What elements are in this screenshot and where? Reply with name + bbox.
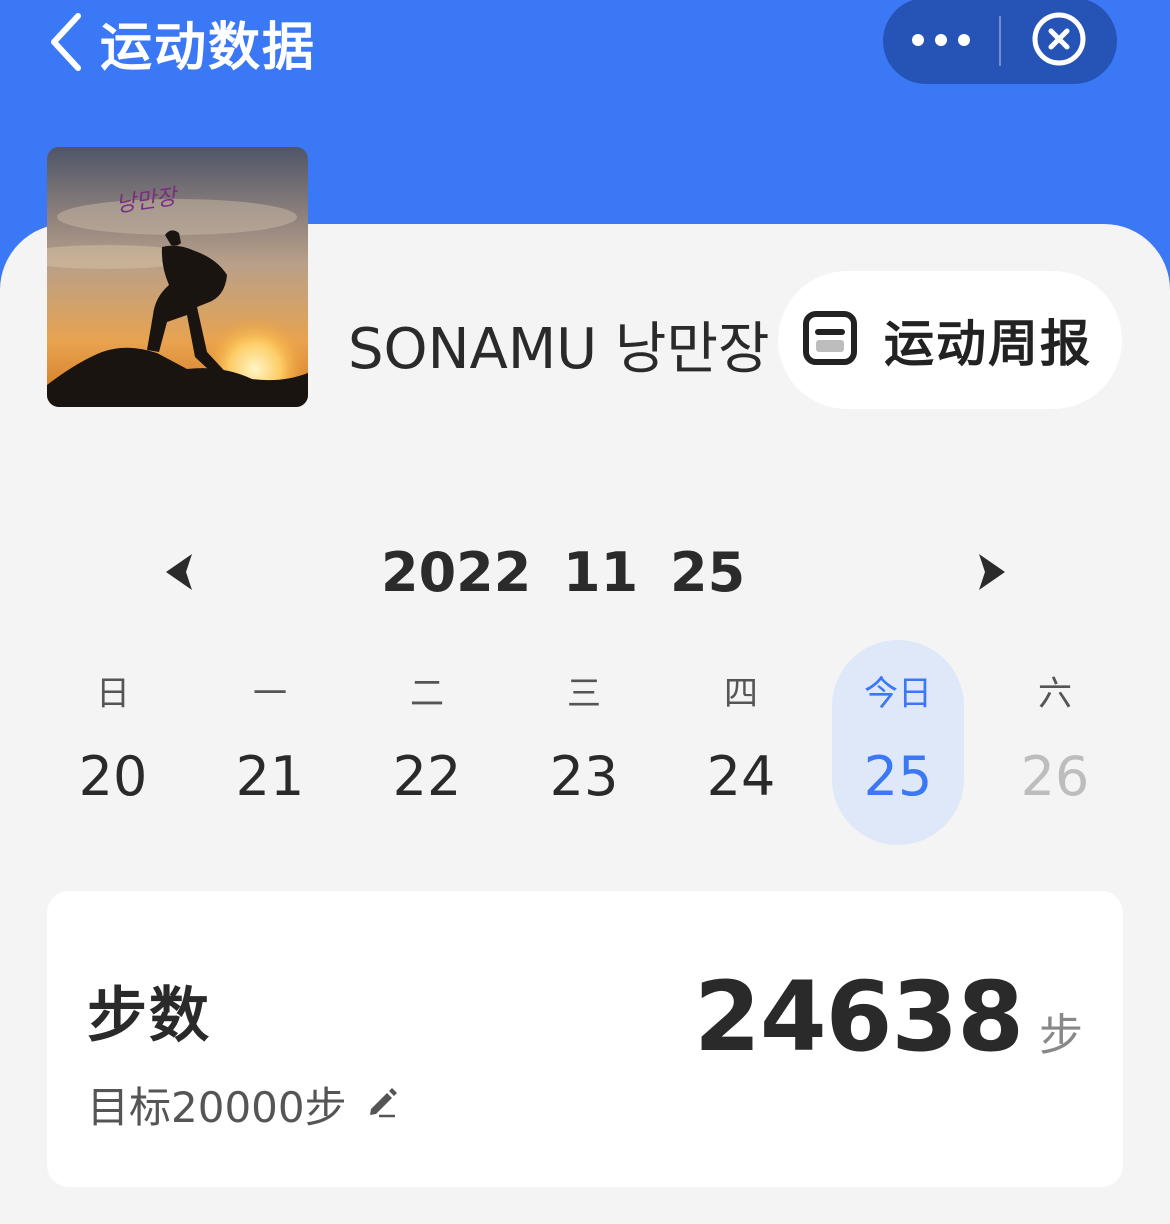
weekday-label: 今日: [864, 674, 932, 714]
next-date-arrow-icon[interactable]: [975, 550, 1011, 598]
steps-unit: 步: [1039, 1010, 1083, 1061]
weekday-label: 三: [567, 674, 601, 714]
close-circle-icon: [1031, 11, 1087, 71]
more-dots-icon: [911, 32, 971, 51]
date-year: 2022: [381, 541, 532, 604]
edit-pencil-icon[interactable]: [365, 1080, 399, 1129]
day-number: 22: [392, 745, 462, 808]
date-day: 25: [670, 541, 746, 604]
report-icon: [802, 310, 858, 370]
day-item[interactable]: 四 24: [675, 640, 807, 845]
steps-count: 24638 步: [694, 961, 1083, 1073]
more-button[interactable]: [883, 0, 999, 84]
chevron-left-icon: [46, 12, 86, 72]
day-number: 24: [706, 745, 776, 808]
close-button[interactable]: [1001, 0, 1117, 84]
day-number: 21: [235, 745, 305, 808]
prev-date-arrow-icon[interactable]: [160, 550, 196, 598]
day-number: 26: [1020, 745, 1090, 808]
avatar[interactable]: 낭만장: [47, 147, 308, 407]
page-title: 运动数据: [100, 17, 317, 78]
user-name: SONAMU 낭만장: [348, 317, 770, 382]
day-number: 25: [863, 745, 933, 808]
steps-goal[interactable]: 目标20000步: [87, 1074, 399, 1135]
weekly-report-button[interactable]: 运动周报: [778, 271, 1122, 409]
weekday-label: 四: [724, 674, 758, 714]
day-item[interactable]: 六 26: [989, 640, 1121, 845]
day-item[interactable]: 日 20: [47, 640, 179, 845]
steps-goal-text: 目标20000步: [87, 1083, 347, 1132]
weekday-label: 六: [1038, 674, 1072, 714]
day-item[interactable]: 二 22: [361, 640, 493, 845]
steps-card: 步数 目标20000步 24638 步: [47, 891, 1123, 1187]
weekday-label: 二: [410, 674, 444, 714]
date-navigator: 2022 11 25: [0, 538, 1170, 608]
steps-title: 步数: [87, 981, 211, 1051]
steps-value: 24638: [694, 961, 1024, 1073]
day-item[interactable]: 一 21: [204, 640, 336, 845]
back-button[interactable]: 运动数据: [46, 6, 316, 78]
week-strip: 日 20 一 21 二 22 三 23 四 24 今日 25 六 26: [35, 640, 1135, 845]
day-item-today[interactable]: 今日 25: [832, 640, 964, 845]
weekly-report-label: 运动周报: [884, 315, 1092, 373]
date-month: 11: [563, 541, 639, 604]
weekday-label: 一: [253, 674, 287, 714]
weekday-label: 日: [96, 674, 130, 714]
mini-program-capsule: [883, 0, 1117, 84]
day-item[interactable]: 三 23: [518, 640, 650, 845]
day-number: 20: [78, 745, 148, 808]
day-number: 23: [549, 745, 619, 808]
